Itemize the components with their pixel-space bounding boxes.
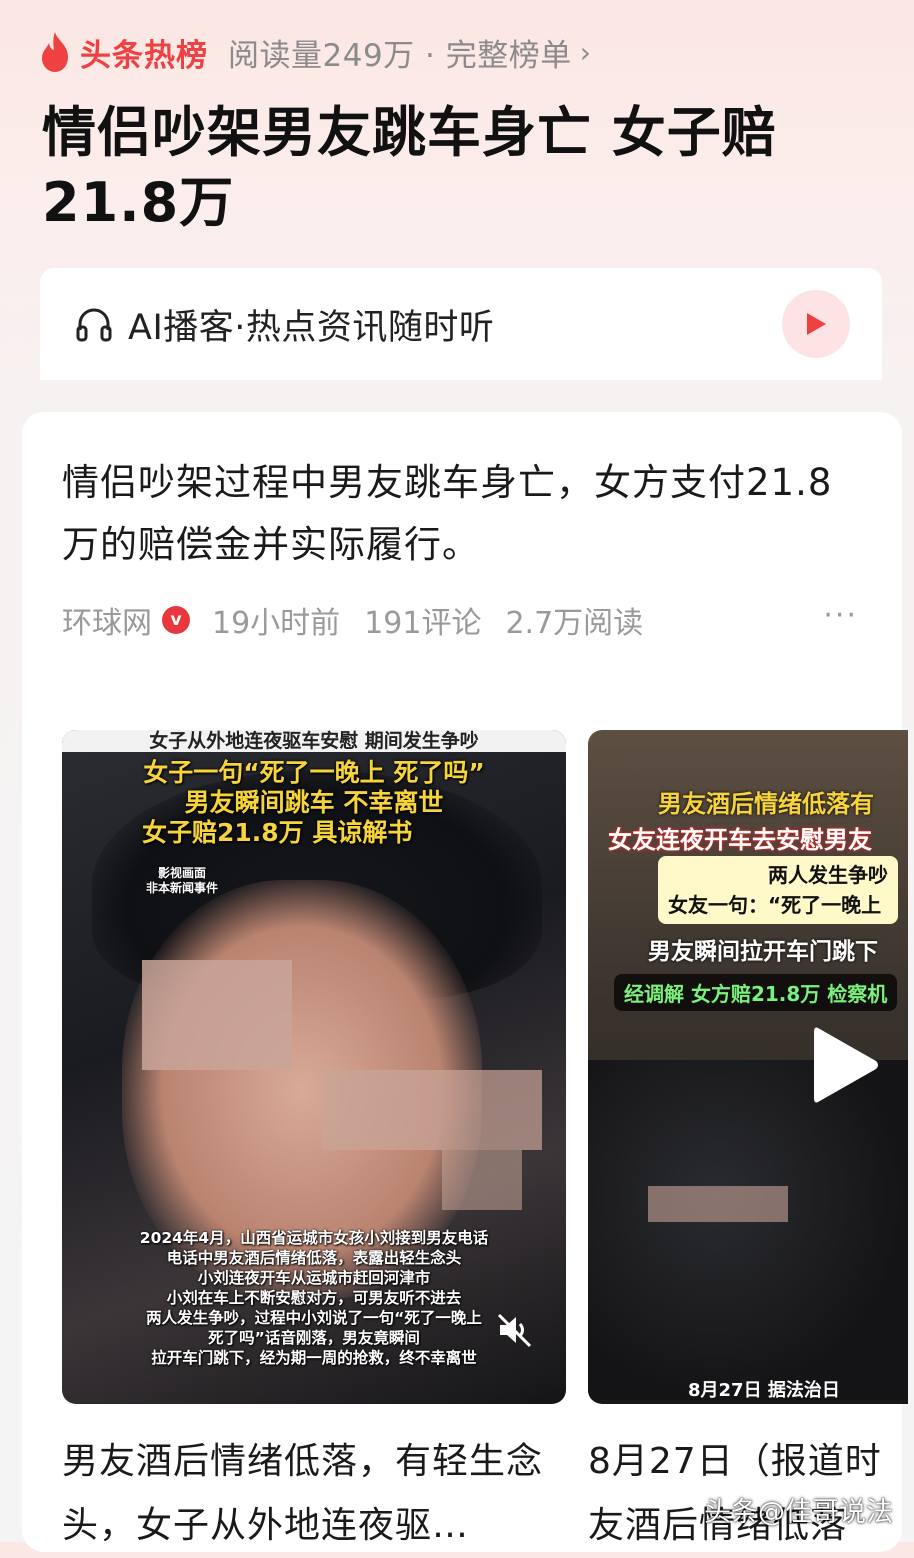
article-card[interactable]: 情侣吵架过程中男友跳车身亡，女方支付21.8万的赔偿金并实际履行。 环球网 v … [22, 412, 908, 1552]
source-name[interactable]: 环球网 [62, 598, 152, 642]
article-summary[interactable]: 情侣吵架过程中男友跳车身亡，女方支付21.8万的赔偿金并实际履行。 [62, 452, 842, 576]
video1-caption-line1: 女子一句“死了一晚上 死了吗” [143, 758, 485, 787]
video1-top-caption: 女子从外地连夜驱车安慰 期间发生争吵 [62, 730, 566, 752]
headphones-icon [76, 308, 112, 342]
video1-caption-line2: 男友瞬间跳车 不幸离世 [184, 788, 444, 817]
blur-mosaic [648, 1186, 788, 1222]
video1-story-line: 死了吗”话音刚落，男友竟瞬间 [208, 1329, 420, 1347]
play-icon [807, 313, 826, 335]
hot-list-header: 头条热榜 阅读量249万 · 完整榜单 › 情侣吵架男友跳车身亡 女子赔21.8… [0, 0, 914, 400]
blur-mosaic [142, 960, 292, 1070]
video1-title[interactable]: 男友酒后情绪低落，有轻生念头，女子从外地连夜驱… [62, 1430, 562, 1558]
video2-box-line-2: 女友一句：“死了一晚上 [668, 893, 882, 917]
video-thumbnail-1[interactable]: 女子从外地连夜驱车安慰 期间发生争吵 女子一句“死了一晚上 死了吗” 男友瞬间跳… [62, 730, 566, 1404]
mute-icon[interactable] [494, 1310, 534, 1350]
video1-story-line: 电话中男友酒后情绪低落，表露出轻生念头 [166, 1249, 462, 1267]
publish-time: 19小时前 [212, 606, 341, 641]
video1-caption-line3: 女子赔21.8万 具谅解书 [142, 818, 413, 847]
video2-caption-box: 两人发生争吵 女友一句：“死了一晚上 [658, 856, 898, 924]
video-thumbnail-2[interactable]: 男友酒后情绪低落有 女友连夜开车去安慰男友 两人发生争吵 女友一句：“死了一晚上… [588, 730, 908, 1404]
video2-caption-2: 女友连夜开车去安慰男友 [608, 826, 872, 854]
play-icon[interactable] [810, 1022, 882, 1108]
video-frame-figure [588, 1060, 908, 1400]
ai-podcast-bar[interactable]: AI播客·热点资讯随时听 [40, 268, 882, 380]
video2-caption-4: 经调解 女方赔21.8万 检察机 [614, 974, 898, 1011]
comment-count: 191评论 [364, 606, 482, 641]
video1-disclaimer-1: 影视画面 [157, 866, 206, 880]
podcast-label: AI播客·热点资讯随时听 [128, 307, 495, 348]
video2-date-caption: 8月27日 据法治日 [688, 1380, 840, 1401]
hot-list-brand: 头条热榜 [80, 37, 208, 74]
read-count-full-list-link[interactable]: 阅读量249万 · 完整榜单 [228, 30, 572, 75]
page-title: 情侣吵架男友跳车身亡 女子赔21.8万 [42, 101, 777, 234]
video2-box-line-1: 两人发生争吵 [768, 863, 888, 887]
read-count: 2.7万阅读 [505, 606, 644, 641]
video1-story-line: 小刘连夜开车从运城市赶回河津市 [197, 1269, 431, 1287]
video2-caption-1: 男友酒后情绪低落有 [658, 790, 874, 818]
video1-story-line: 两人发生争吵，过程中小刘说了一句“死了一晚上 [146, 1309, 482, 1327]
article-meta: 环球网 v 19小时前 191评论 2.7万阅读 [62, 596, 667, 644]
video2-caption-3: 男友瞬间拉开车门跳下 [648, 939, 878, 965]
verified-badge-icon: v [162, 606, 190, 634]
podcast-play-button[interactable] [782, 290, 850, 358]
video1-title-text: 男友酒后情绪低落，有轻生念头，女子从外地连夜驱… [62, 1441, 544, 1546]
video1-story-line: 拉开车门跳下，经为期一周的抢救，终不幸离世 [151, 1349, 477, 1367]
hot-list-bar[interactable]: 头条热榜 阅读量249万 · 完整榜单 › [38, 28, 591, 76]
more-options-icon[interactable]: ··· [823, 598, 858, 633]
video1-story-line: 小刘在车上不断安慰对方，可男友听不进去 [166, 1289, 462, 1307]
video1-story-line: 2024年4月，山西省运城市女孩小刘接到男友电话 [139, 1229, 489, 1247]
blur-mosaic [322, 1070, 542, 1150]
blur-mosaic [442, 1150, 522, 1210]
watermark: 头条@佳哥说法 [704, 1497, 893, 1528]
chevron-right-icon: › [579, 35, 591, 69]
flame-icon [42, 32, 68, 72]
video1-disclaimer-2: 非本新闻事件 [145, 881, 218, 895]
